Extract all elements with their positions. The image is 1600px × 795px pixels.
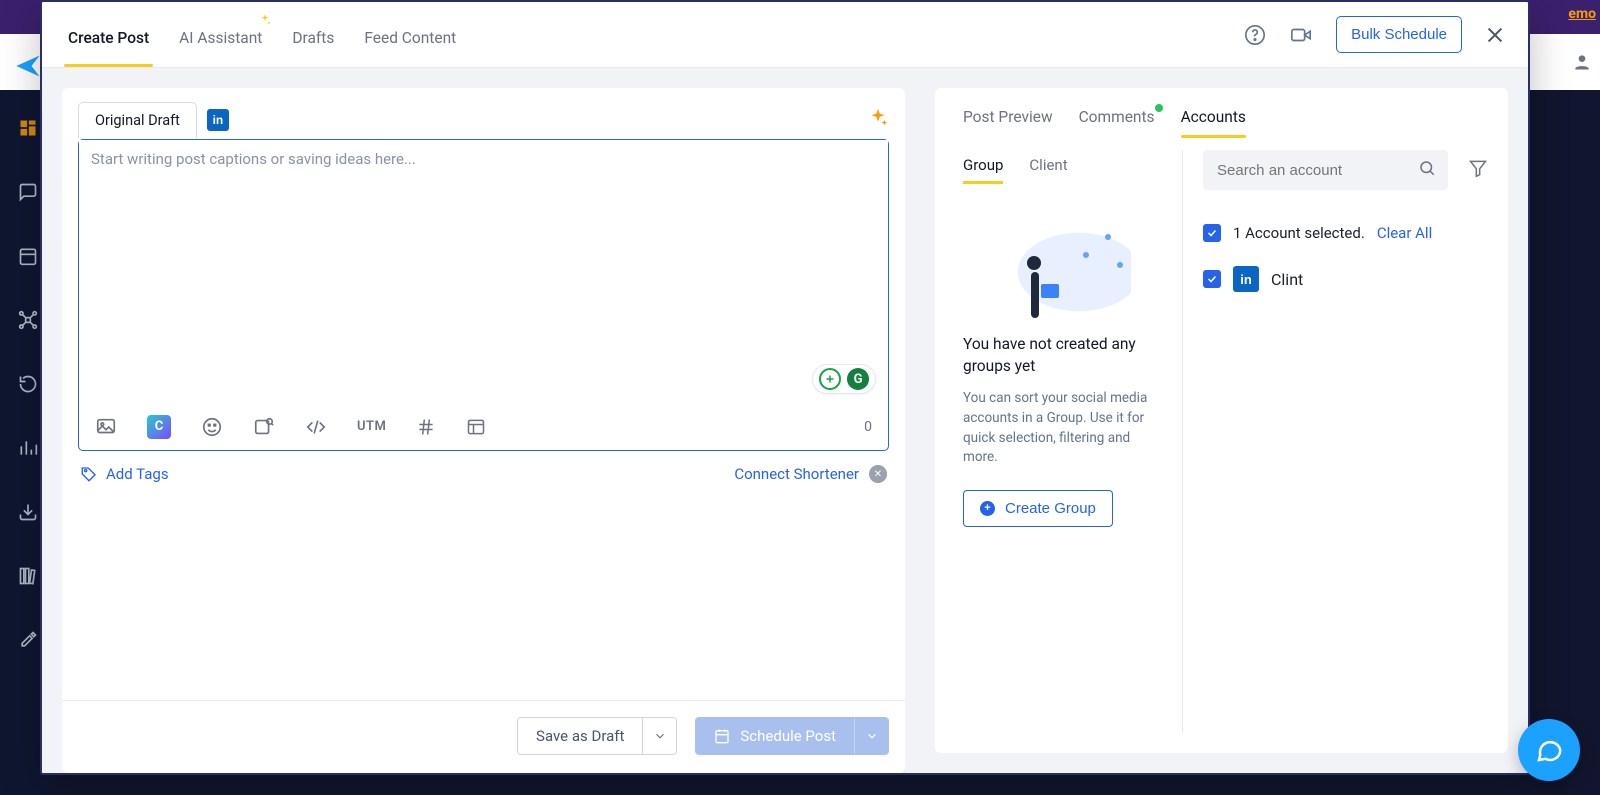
- chat-fab[interactable]: [1518, 719, 1580, 781]
- draft-tab-linkedin[interactable]: in: [207, 109, 229, 131]
- linkedin-icon: in: [1233, 266, 1259, 292]
- image-search-icon[interactable]: [253, 416, 275, 438]
- emoji-icon[interactable]: [201, 416, 223, 438]
- rail-analytics-icon[interactable]: [18, 438, 38, 462]
- save-as-draft-split: Save as Draft: [517, 717, 677, 755]
- editor-footer: Save as Draft Schedule Post: [62, 700, 905, 773]
- hashtag-icon[interactable]: [416, 417, 436, 437]
- utm-button[interactable]: UTM: [357, 419, 386, 434]
- save-as-draft-caret[interactable]: [642, 718, 676, 754]
- create-post-modal: Create Post AI Assistant Drafts Feed Con…: [40, 0, 1530, 775]
- schedule-post-label: Schedule Post: [740, 727, 836, 745]
- comments-badge-dot: [1155, 104, 1163, 112]
- rtab-accounts[interactable]: Accounts: [1181, 100, 1246, 138]
- subtab-group[interactable]: Group: [963, 150, 1003, 184]
- rail-library-icon[interactable]: [18, 566, 38, 590]
- rail-calendar-icon[interactable]: [18, 246, 38, 270]
- accounts-list-column: 1 Account selected. Clear All in Clint: [1203, 150, 1488, 733]
- app-logo-icon[interactable]: [14, 52, 42, 84]
- rail-refresh-icon[interactable]: [18, 374, 38, 398]
- accounts-selected-text: 1 Account selected.: [1233, 224, 1365, 242]
- rtab-comments[interactable]: Comments: [1079, 100, 1155, 138]
- connect-shortener-link[interactable]: Connect Shortener: [734, 465, 859, 483]
- accounts-groups-column: Group Client You have not created any gr…: [963, 150, 1183, 733]
- add-tags-label: Add Tags: [106, 465, 169, 483]
- caption-editor: G C UTM 0: [78, 139, 889, 451]
- draft-tab-original[interactable]: Original Draft: [78, 102, 197, 138]
- char-count: 0: [864, 419, 872, 435]
- rtab-post-preview[interactable]: Post Preview: [963, 100, 1053, 138]
- rtab-comments-label: Comments: [1079, 108, 1155, 126]
- empty-groups-illustration: [1001, 222, 1131, 322]
- select-all-checkbox[interactable]: [1203, 224, 1221, 242]
- create-group-button[interactable]: + Create Group: [963, 490, 1113, 527]
- caption-textarea[interactable]: [79, 140, 888, 402]
- help-icon[interactable]: [1244, 24, 1266, 46]
- linkedin-icon: in: [213, 113, 224, 127]
- create-group-label: Create Group: [1005, 500, 1096, 517]
- save-as-draft-button[interactable]: Save as Draft: [518, 718, 642, 754]
- code-icon[interactable]: [305, 416, 327, 438]
- sparkle-icon: [258, 13, 272, 31]
- account-name: Clint: [1271, 270, 1303, 289]
- tab-ai-assistant-label: AI Assistant: [179, 29, 262, 47]
- groups-empty-desc: You can sort your social media accounts …: [963, 389, 1168, 467]
- tab-feed-content[interactable]: Feed Content: [360, 7, 460, 67]
- sparkle-icon[interactable]: [867, 107, 889, 133]
- video-icon[interactable]: [1288, 24, 1314, 46]
- groups-empty-title: You have not created any groups yet: [963, 334, 1168, 377]
- tab-ai-assistant[interactable]: AI Assistant: [175, 7, 266, 67]
- rail-comments-icon[interactable]: [18, 182, 38, 206]
- grammarly-add-icon: [819, 368, 841, 390]
- account-search-input[interactable]: [1215, 161, 1418, 180]
- schedule-post-caret[interactable]: [854, 718, 888, 754]
- rail-dashboard-icon[interactable]: [18, 118, 38, 142]
- schedule-post-split: Schedule Post: [695, 717, 889, 755]
- bg-user-avatar-icon[interactable]: [1572, 52, 1592, 76]
- filter-icon[interactable]: [1468, 158, 1488, 182]
- right-panel: Post Preview Comments Accounts Group Cli…: [935, 88, 1508, 753]
- media-icon[interactable]: [95, 416, 117, 438]
- account-checkbox[interactable]: [1203, 270, 1221, 288]
- tab-drafts[interactable]: Drafts: [288, 7, 338, 67]
- bg-demo-link[interactable]: emo: [1568, 6, 1596, 22]
- template-icon[interactable]: [466, 417, 486, 437]
- plus-circle-icon: +: [980, 501, 995, 516]
- grammarly-logo-icon: G: [847, 368, 869, 390]
- modal-header: Create Post AI Assistant Drafts Feed Con…: [42, 2, 1528, 68]
- schedule-post-button[interactable]: Schedule Post: [696, 718, 854, 754]
- add-tags-button[interactable]: Add Tags: [80, 465, 169, 483]
- editor-toolbar: C UTM 0: [79, 402, 888, 450]
- rail-download-icon[interactable]: [18, 502, 38, 526]
- bulk-schedule-button[interactable]: Bulk Schedule: [1336, 16, 1462, 53]
- subtab-client[interactable]: Client: [1029, 150, 1067, 184]
- rail-network-icon[interactable]: [18, 310, 38, 334]
- canva-icon[interactable]: C: [147, 415, 171, 439]
- search-icon[interactable]: [1418, 159, 1436, 181]
- account-search-box: [1203, 150, 1448, 190]
- tab-create-post[interactable]: Create Post: [64, 7, 153, 67]
- shortener-dismiss-icon[interactable]: [869, 465, 887, 483]
- close-icon[interactable]: [1484, 24, 1506, 46]
- account-row[interactable]: in Clint: [1203, 266, 1488, 292]
- clear-all-link[interactable]: Clear All: [1377, 224, 1432, 242]
- rail-tools-icon[interactable]: [18, 630, 38, 654]
- grammarly-widget[interactable]: G: [812, 364, 876, 394]
